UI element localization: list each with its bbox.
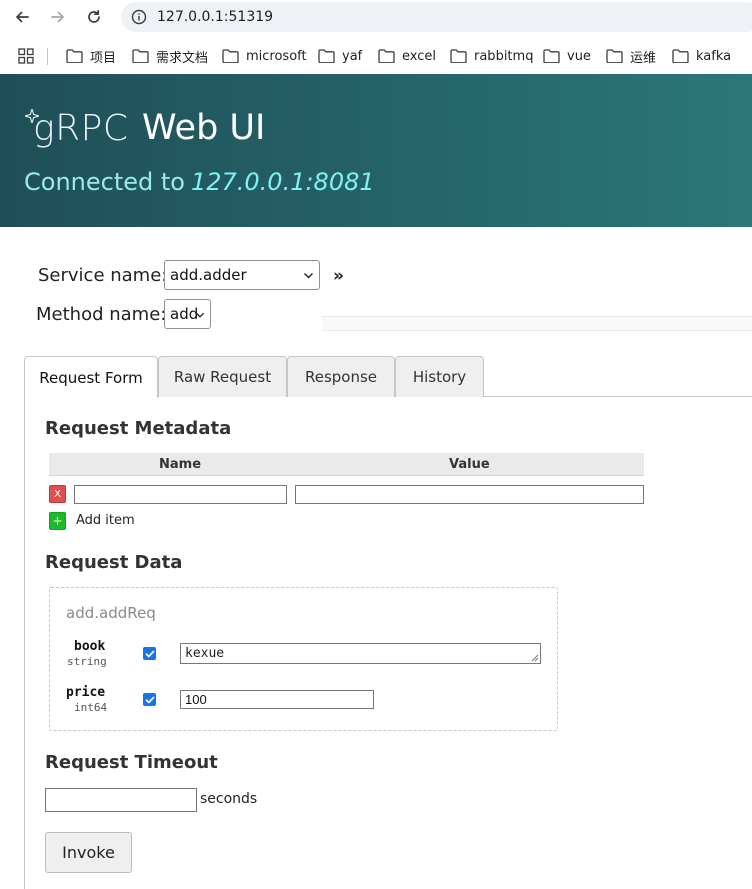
tab-history[interactable]: History	[395, 356, 484, 397]
bookmark-label: 需求文档	[156, 50, 209, 66]
expand-service-icon[interactable]: »	[333, 266, 344, 286]
timeout-input[interactable]	[45, 788, 197, 812]
timeout-unit-label: seconds	[200, 791, 258, 807]
bookmark-item[interactable]: excel	[378, 47, 436, 65]
method-select-value: add	[170, 305, 199, 323]
bookmark-item[interactable]: 运维	[606, 47, 657, 66]
field-price-type: int64	[74, 701, 108, 714]
folder-icon	[66, 49, 83, 63]
invoke-button[interactable]: Invoke	[45, 832, 132, 873]
bookmarks-divider	[47, 48, 48, 65]
method-description	[322, 316, 752, 331]
bookmark-label: 运维	[630, 50, 657, 66]
field-book-type: string	[67, 655, 107, 668]
folder-icon	[318, 49, 335, 63]
browser-toolbar: 127.0.0.1:51319	[0, 0, 752, 34]
connected-label: Connected to	[24, 168, 185, 196]
apps-grid-icon[interactable]	[18, 48, 34, 64]
field-book-value: kexue	[185, 646, 225, 661]
bookmark-item[interactable]: kafka	[672, 47, 731, 65]
reload-icon[interactable]	[84, 7, 104, 27]
checkmark-icon	[145, 650, 154, 657]
message-type-name: add.addReq	[66, 604, 156, 622]
site-info-icon[interactable]	[131, 9, 147, 25]
bookmark-label: yaf	[342, 48, 363, 64]
bookmark-item[interactable]: vue	[543, 47, 591, 65]
add-item-label: Add item	[76, 513, 135, 528]
server-host: 127.0.0.1:8081	[190, 168, 375, 196]
bookmark-label: vue	[567, 48, 591, 64]
bookmark-item[interactable]: microsoft	[222, 47, 307, 65]
address-bar[interactable]: 127.0.0.1:51319	[121, 2, 752, 32]
tab-raw-request[interactable]: Raw Request	[158, 356, 287, 397]
chevron-down-icon	[195, 312, 205, 318]
tab-response[interactable]: Response	[287, 356, 395, 397]
request-timeout-heading: Request Timeout	[45, 752, 218, 773]
add-metadata-button[interactable]: +	[49, 512, 66, 530]
metadata-table-header: Name Value	[49, 453, 644, 476]
bookmark-label: kafka	[696, 48, 732, 64]
bookmark-label: microsoft	[246, 48, 307, 64]
bookmark-item[interactable]: rabbitmq	[450, 47, 533, 65]
header-banner	[0, 74, 752, 227]
metadata-name-column: Name	[159, 457, 202, 472]
panel-border	[24, 396, 25, 889]
method-select[interactable]: add	[164, 299, 211, 329]
service-select-value: add.adder	[170, 266, 247, 284]
checkmark-icon	[145, 696, 154, 703]
folder-icon	[450, 49, 467, 63]
bookmarks-bar: 项目 需求文档 microsoft yaf excel rabbitmq vue 运维 kafk…	[0, 40, 752, 72]
folder-icon	[672, 49, 689, 63]
field-price-input[interactable]	[180, 690, 374, 709]
bookmark-label: rabbitmq	[474, 48, 534, 64]
field-book-input[interactable]: kexue	[180, 643, 541, 664]
resize-grip-icon[interactable]	[531, 654, 539, 662]
grpc-logo-text: gRPC	[33, 108, 129, 149]
service-name-label: Service name:	[38, 265, 168, 286]
chevron-down-icon	[304, 273, 313, 279]
tab-request-form[interactable]: Request Form	[24, 356, 158, 398]
folder-icon	[132, 49, 149, 63]
bookmark-item[interactable]: 需求文档	[132, 47, 209, 66]
request-data-heading: Request Data	[45, 552, 183, 573]
remove-metadata-button[interactable]: X	[49, 485, 66, 503]
bookmark-item[interactable]: 项目	[66, 47, 117, 66]
page-title: Web UI	[142, 108, 266, 148]
back-icon[interactable]	[12, 7, 32, 27]
folder-icon	[378, 49, 395, 63]
field-book-checkbox[interactable]	[143, 647, 156, 660]
bookmark-item[interactable]: yaf	[318, 47, 362, 65]
connection-status: Connected to 127.0.0.1:8081	[24, 168, 375, 196]
method-name-label: Method name:	[36, 304, 167, 325]
field-book-name: book	[74, 639, 106, 654]
metadata-value-column: Value	[449, 457, 490, 472]
metadata-value-input[interactable]	[295, 485, 644, 504]
bookmark-label: excel	[402, 48, 436, 64]
folder-icon	[543, 49, 560, 63]
request-metadata-heading: Request Metadata	[45, 418, 232, 439]
folder-icon	[222, 49, 239, 63]
metadata-name-input[interactable]	[74, 485, 287, 504]
bookmark-label: 项目	[90, 50, 117, 66]
field-price-name: price	[66, 685, 106, 700]
forward-icon[interactable]	[48, 7, 68, 27]
folder-icon	[606, 49, 623, 63]
service-select[interactable]: add.adder	[164, 260, 320, 290]
url-text: 127.0.0.1:51319	[157, 9, 274, 25]
field-price-checkbox[interactable]	[143, 693, 156, 706]
